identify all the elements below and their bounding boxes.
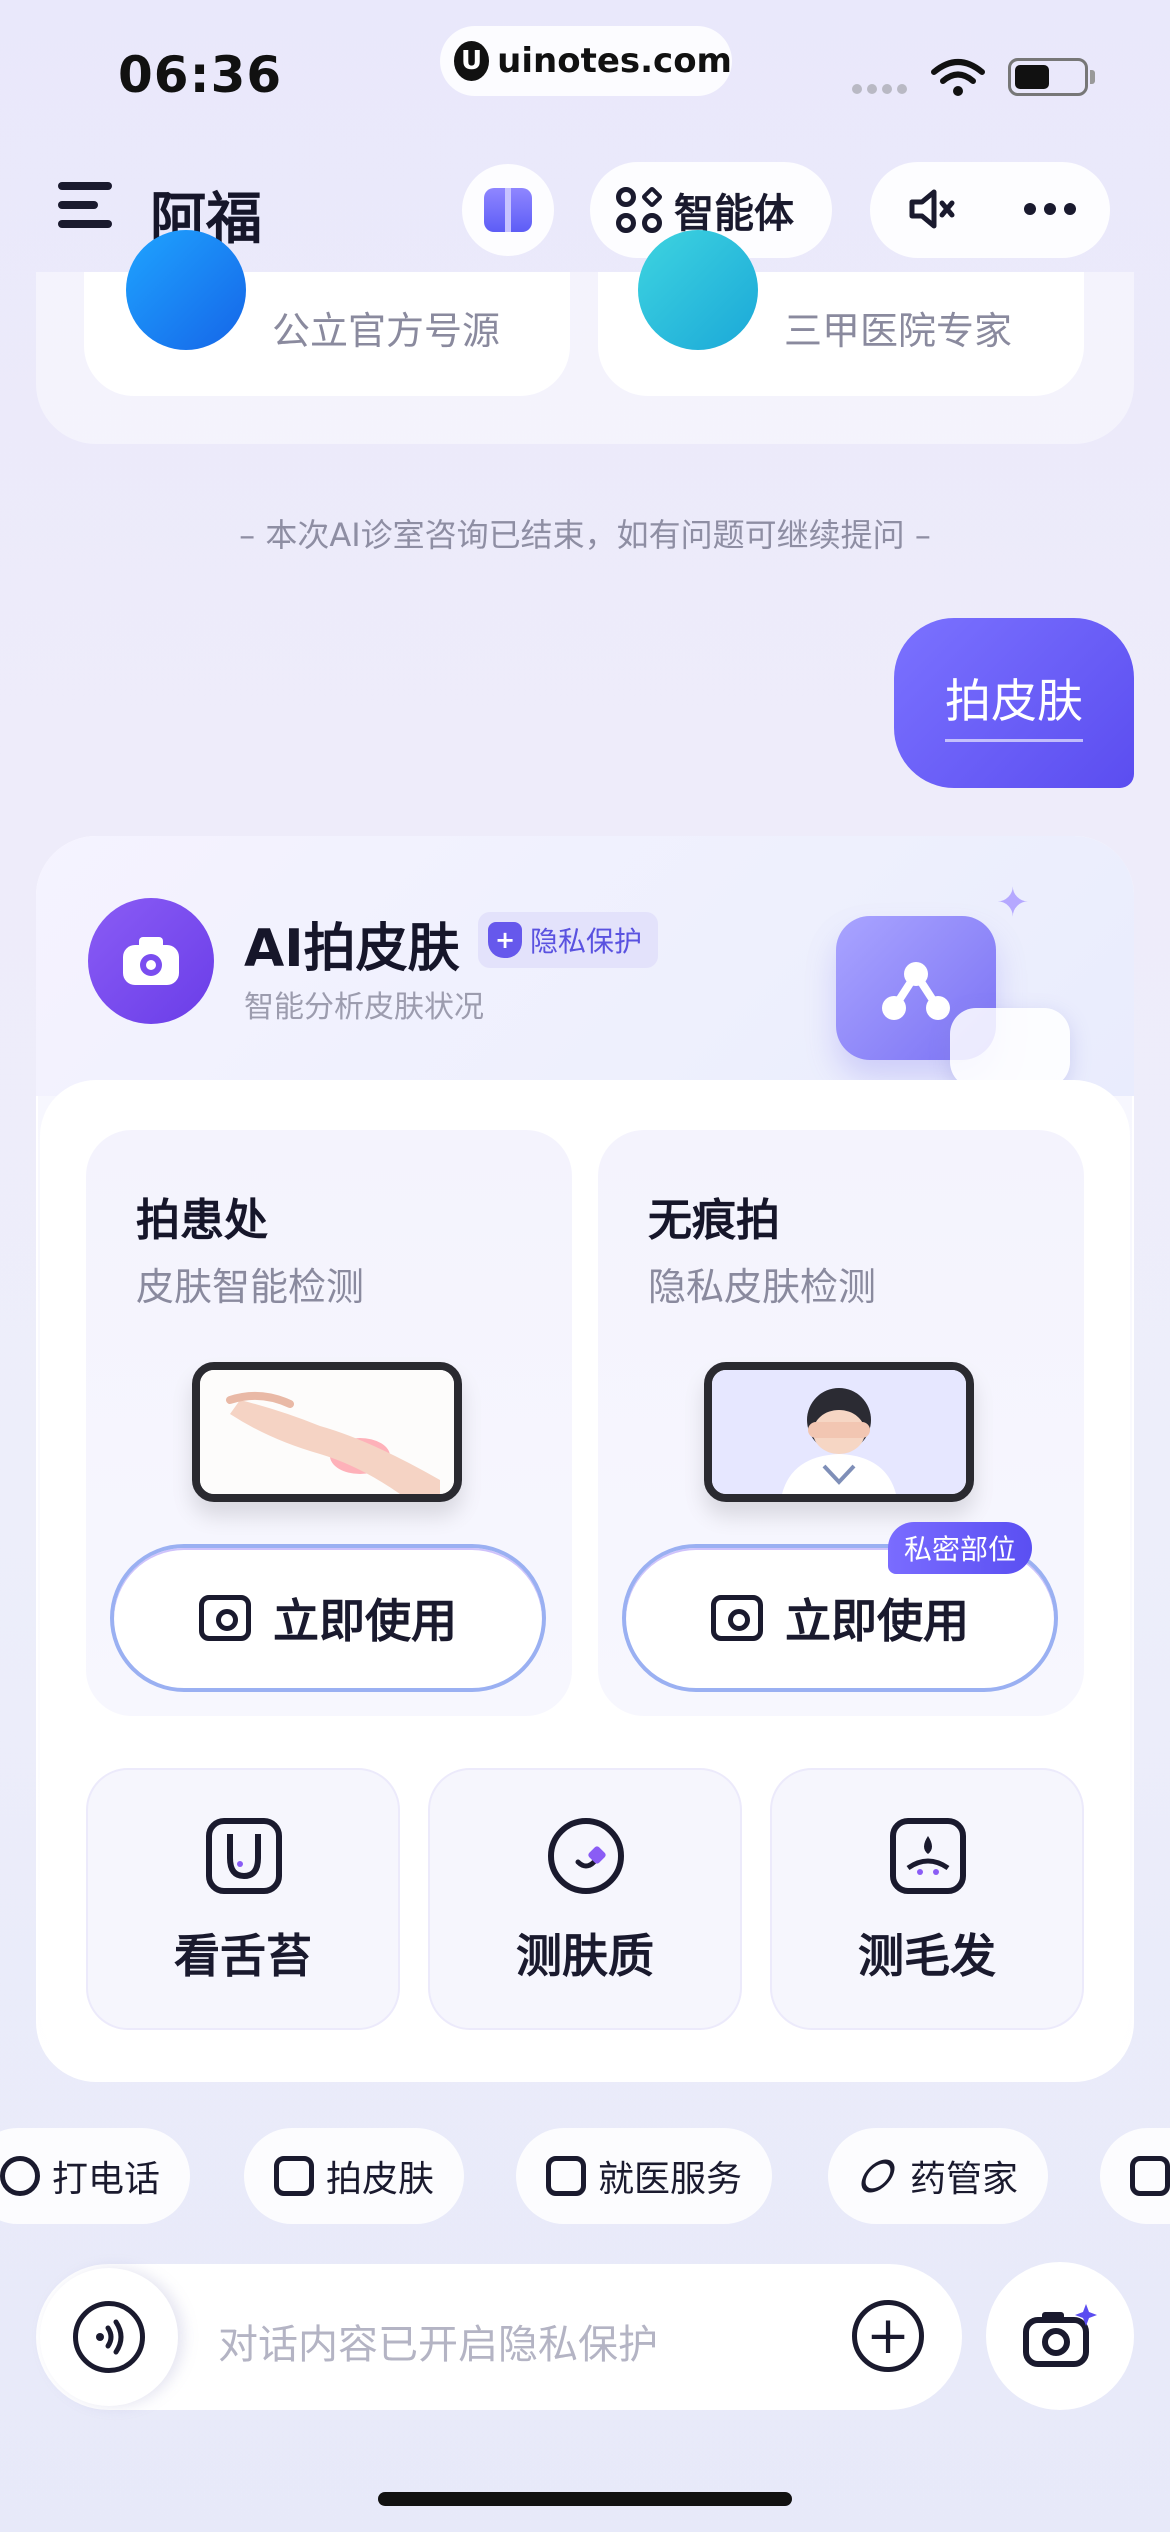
chip-call[interactable]: 打电话	[0, 2128, 191, 2224]
document-icon	[1130, 2156, 1170, 2196]
camera-icon	[711, 1595, 763, 1641]
url-pill[interactable]: U uinotes.com	[440, 26, 732, 96]
ai-card-subtitle: 智能分析皮肤状况	[244, 990, 484, 1025]
camera-icon	[199, 1595, 251, 1641]
chip-pharmacy[interactable]: 药管家	[828, 2128, 1049, 2224]
gift-button[interactable]	[462, 164, 554, 256]
doctor-icon	[638, 230, 758, 350]
camera-avatar-icon	[88, 898, 214, 1024]
use-now-button[interactable]: 立即使用	[110, 1544, 546, 1692]
more-icon[interactable]	[1024, 203, 1076, 215]
use-now-label: 立即使用	[785, 1594, 969, 1648]
hair-icon	[890, 1818, 966, 1894]
battery-icon	[1008, 58, 1088, 96]
chip-label: 就医服务	[598, 2159, 743, 2200]
home-indicator	[378, 2492, 792, 2506]
camera-icon	[274, 2156, 314, 2196]
tongue-icon	[206, 1818, 282, 1894]
tool-hair[interactable]	[770, 1768, 1084, 2030]
service-subtitle: 公立官方号源	[272, 309, 501, 353]
decoration-card	[950, 1008, 1070, 1088]
tool-label: 测肤质	[516, 1929, 654, 1983]
status-time: 06:36	[118, 46, 283, 104]
tool-label: 测毛发	[858, 1929, 996, 1983]
use-now-label: 立即使用	[273, 1594, 457, 1648]
agent-grid-icon	[616, 185, 664, 233]
chip-photo-skin[interactable]: 拍皮肤	[244, 2128, 465, 2224]
sparkle-icon: ✦	[996, 880, 1030, 926]
medical-doc-icon	[546, 2156, 586, 2196]
wifi-icon	[931, 59, 985, 96]
chip-label: 打电话	[52, 2159, 161, 2200]
mute-icon[interactable]	[906, 186, 958, 232]
privacy-badge-label: 隐私保护	[530, 925, 643, 958]
site-logo-icon: U	[454, 41, 490, 81]
menu-icon[interactable]	[58, 182, 112, 228]
ai-card-title: AI拍皮肤	[244, 919, 460, 979]
camera-button[interactable]	[986, 2262, 1134, 2410]
phone-icon	[0, 2156, 40, 2196]
camera-sparkle-icon	[1023, 2304, 1097, 2367]
phone-hand-illustration	[192, 1362, 462, 1502]
battery-tip	[1090, 70, 1095, 84]
service-subtitle: 三甲医院专家	[784, 309, 1013, 353]
private-area-tag: 私密部位	[888, 1522, 1033, 1574]
session-ended-note: – 本次AI诊室咨询已结束，如有问题可继续提问 –	[239, 516, 931, 554]
shield-icon: +	[488, 922, 522, 958]
option-title: 无痕拍	[648, 1195, 780, 1246]
option-subtitle: 隐私皮肤检测	[648, 1265, 877, 1309]
chip-label: 拍皮肤	[326, 2159, 435, 2200]
gift-icon	[484, 188, 532, 232]
tool-tongue[interactable]	[86, 1768, 400, 2030]
voice-button[interactable]	[40, 2268, 178, 2406]
pill-icon	[855, 2153, 901, 2199]
tool-skin-type[interactable]	[428, 1768, 742, 2030]
privacy-badge: + 隐私保护	[478, 912, 659, 968]
chip-more[interactable]	[1100, 2128, 1170, 2224]
add-icon[interactable]: +	[852, 2300, 924, 2372]
voice-icon	[73, 2301, 145, 2373]
chip-label: 药管家	[910, 2159, 1019, 2200]
chat-input-placeholder[interactable]: 对话内容已开启隐私保护	[218, 2312, 658, 2370]
url-text: uinotes.com	[497, 41, 732, 81]
option-title: 拍患处	[136, 1195, 268, 1246]
option-subtitle: 皮肤智能检测	[136, 1265, 365, 1309]
chip-medical-service[interactable]: 就医服务	[516, 2128, 773, 2224]
signal-icon	[852, 84, 907, 94]
tool-label: 看舌苔	[174, 1929, 312, 1983]
user-message-bubble: 拍皮肤	[894, 618, 1134, 788]
user-message-text: 拍皮肤	[945, 665, 1083, 742]
skin-scan-icon	[548, 1818, 624, 1894]
hospital-card-icon	[126, 230, 246, 350]
phone-child-illustration	[704, 1362, 974, 1502]
